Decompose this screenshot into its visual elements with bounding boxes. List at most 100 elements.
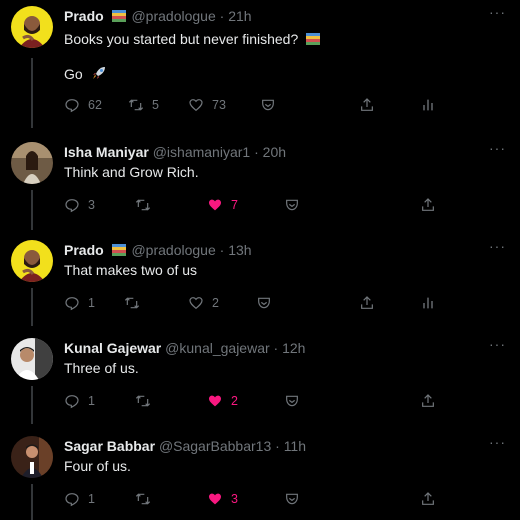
bookmark-icon xyxy=(286,395,298,407)
retweet-count: 5 xyxy=(152,98,159,112)
handle[interactable]: @ishamaniyar1 xyxy=(153,144,250,160)
timestamp[interactable]: 12h xyxy=(282,340,305,356)
retweet-button[interactable] xyxy=(135,491,151,507)
retweet-icon xyxy=(128,99,144,111)
handle[interactable]: @pradologue xyxy=(131,242,215,258)
like-count: 7 xyxy=(231,198,238,212)
handle[interactable]: @SagarBabbar13 xyxy=(159,438,271,454)
handle[interactable]: @pradologue xyxy=(131,8,215,24)
bookmark-icon xyxy=(258,297,270,309)
heart-filled-icon xyxy=(209,199,221,211)
books-emoji-icon xyxy=(306,32,321,45)
display-name[interactable]: Isha Maniyar xyxy=(64,144,149,160)
bookmark-button[interactable] xyxy=(256,295,272,311)
like-button[interactable]: 73 xyxy=(188,97,226,113)
reply-button[interactable]: 1 xyxy=(64,295,95,311)
display-name[interactable]: Kunal Gajewar xyxy=(64,340,161,356)
share-button[interactable] xyxy=(359,295,375,311)
separator: · xyxy=(219,242,225,258)
reply-icon xyxy=(65,297,79,311)
timestamp[interactable]: 20h xyxy=(263,144,286,160)
share-icon xyxy=(361,98,373,111)
share-button[interactable] xyxy=(420,393,436,409)
avatar[interactable] xyxy=(11,240,53,282)
action-bar: 1 3 xyxy=(64,491,444,509)
books-emoji-icon xyxy=(111,243,126,256)
more-options-icon[interactable]: ··· xyxy=(489,336,506,352)
like-count: 2 xyxy=(231,394,238,408)
analytics-icon xyxy=(423,297,433,309)
analytics-icon xyxy=(423,99,433,111)
display-name[interactable]: Prado xyxy=(64,242,104,258)
analytics-button[interactable] xyxy=(420,97,436,113)
avatar[interactable] xyxy=(11,436,53,478)
bookmark-button[interactable] xyxy=(284,197,300,213)
analytics-button[interactable] xyxy=(420,295,436,311)
like-button[interactable]: 2 xyxy=(207,393,238,409)
timestamp[interactable]: 13h xyxy=(228,242,251,258)
reply-count: 3 xyxy=(88,198,95,212)
tweet-text: Four of us. xyxy=(64,458,131,474)
tweet[interactable]: Prado @pradologue · 13h ··· That makes t… xyxy=(0,234,520,324)
more-options-icon[interactable]: ··· xyxy=(489,434,506,450)
reply-button[interactable]: 62 xyxy=(64,97,102,113)
action-bar: 62 5 73 xyxy=(64,97,444,115)
like-button[interactable]: 7 xyxy=(207,197,238,213)
tweet[interactable]: Kunal Gajewar @kunal_gajewar · 12h ··· T… xyxy=(0,332,520,422)
tweet[interactable]: Prado @pradologue · 21h ··· Books you st… xyxy=(0,0,520,128)
bookmark-icon xyxy=(262,99,274,111)
share-icon xyxy=(422,394,434,407)
timestamp[interactable]: 11h xyxy=(284,438,306,454)
more-options-icon[interactable]: ··· xyxy=(489,4,506,20)
retweet-button[interactable] xyxy=(135,197,151,213)
bookmark-button[interactable] xyxy=(260,97,276,113)
reply-count: 62 xyxy=(88,98,102,112)
heart-icon xyxy=(189,99,203,112)
handle[interactable]: @kunal_gajewar xyxy=(165,340,270,356)
avatar[interactable] xyxy=(11,338,53,380)
timestamp[interactable]: 21h xyxy=(228,8,251,24)
retweet-button[interactable] xyxy=(124,295,140,311)
books-emoji-icon xyxy=(111,9,126,22)
tweet-header: Kunal Gajewar @kunal_gajewar · 12h xyxy=(64,340,305,356)
bookmark-icon xyxy=(286,493,298,505)
bookmark-icon xyxy=(286,199,298,211)
tweet-text-line: Books you started but never finished? xyxy=(64,31,299,47)
display-name[interactable]: Sagar Babbar xyxy=(64,438,155,454)
action-bar: 1 2 xyxy=(64,393,444,411)
retweet-icon xyxy=(135,493,151,505)
reply-icon xyxy=(65,99,79,113)
like-count: 3 xyxy=(231,492,238,506)
share-button[interactable] xyxy=(420,491,436,507)
tweet-text: Three of us. xyxy=(64,360,139,376)
retweet-icon xyxy=(135,395,151,407)
tweet-text: Books you started but never finished? xyxy=(64,31,322,47)
like-button[interactable]: 2 xyxy=(188,295,219,311)
reply-button[interactable]: 1 xyxy=(64,393,95,409)
display-name[interactable]: Prado xyxy=(64,8,104,24)
share-button[interactable] xyxy=(420,197,436,213)
tweet[interactable]: Isha Maniyar @ishamaniyar1 · 20h ··· Thi… xyxy=(0,136,520,226)
tweet-text: That makes two of us xyxy=(64,262,198,278)
tweet[interactable]: Sagar Babbar @SagarBabbar13 · 11h ··· Fo… xyxy=(0,430,520,520)
bookmark-button[interactable] xyxy=(284,491,300,507)
like-button[interactable]: 3 xyxy=(207,491,238,507)
like-count: 73 xyxy=(212,98,226,112)
separator: · xyxy=(219,8,225,24)
retweet-button[interactable]: 5 xyxy=(128,97,159,113)
more-options-icon[interactable]: ··· xyxy=(489,238,506,254)
retweet-button[interactable] xyxy=(135,393,151,409)
heart-filled-icon xyxy=(209,493,221,505)
like-count: 2 xyxy=(212,296,219,310)
reply-count: 1 xyxy=(88,394,95,408)
reply-icon xyxy=(65,493,79,507)
avatar[interactable] xyxy=(11,6,53,48)
share-icon xyxy=(361,296,373,309)
avatar[interactable] xyxy=(11,142,53,184)
more-options-icon[interactable]: ··· xyxy=(489,140,506,156)
bookmark-button[interactable] xyxy=(284,393,300,409)
share-button[interactable] xyxy=(359,97,375,113)
reply-button[interactable]: 1 xyxy=(64,491,95,507)
reply-button[interactable]: 3 xyxy=(64,197,95,213)
reply-count: 1 xyxy=(88,296,95,310)
